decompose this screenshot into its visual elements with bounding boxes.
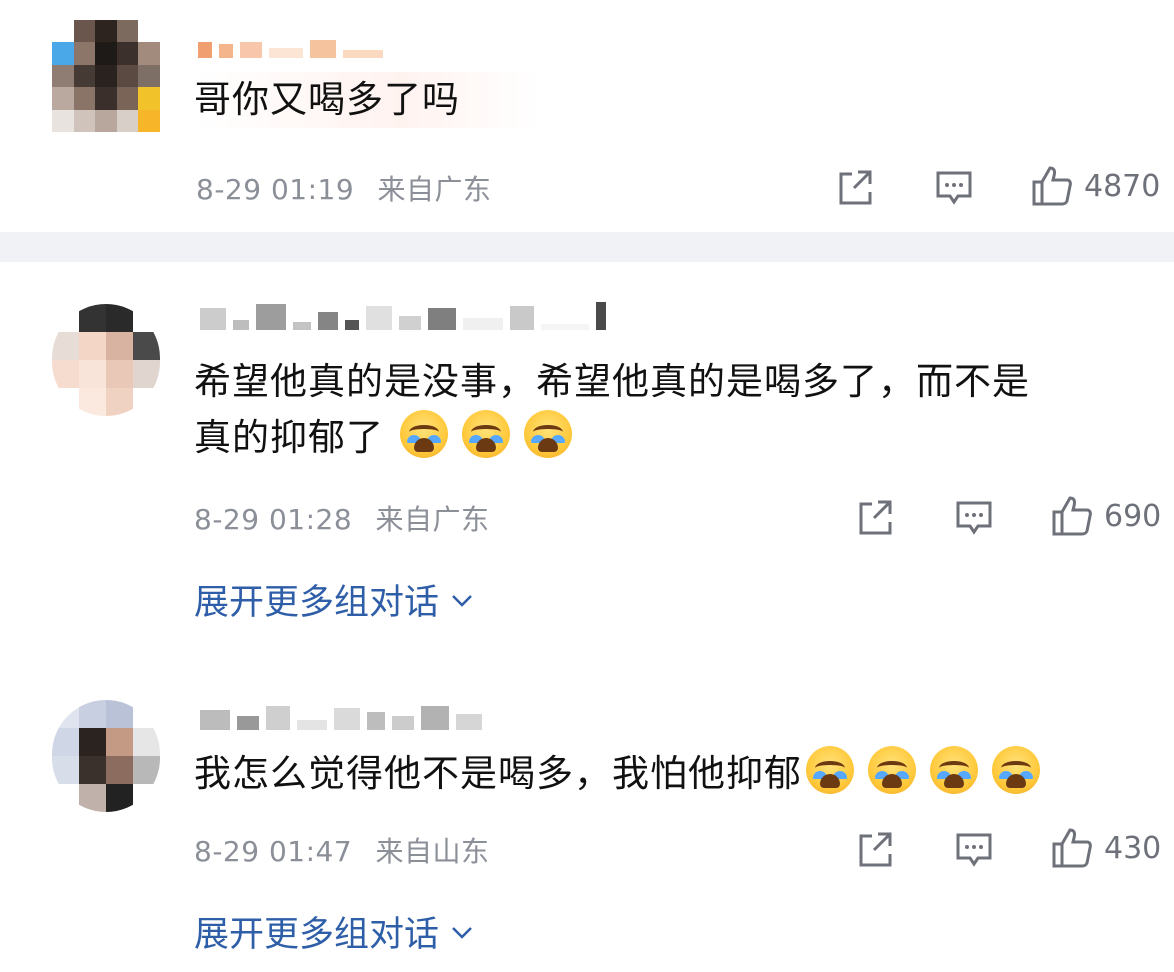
like-count: 430 bbox=[1104, 830, 1162, 866]
comment-location: 来自广东 bbox=[375, 503, 490, 536]
comment-meta: 8-29 01:47 来自山东 bbox=[194, 830, 490, 870]
reply-button[interactable] bbox=[954, 498, 994, 538]
chevron-down-icon bbox=[452, 926, 472, 939]
comment-text: 希望他真的是没事，希望他真的是喝多了，而不是 真的抑郁了 bbox=[194, 354, 1030, 466]
crying-face-emoji bbox=[992, 746, 1040, 794]
comment-time: 8-29 01:47 bbox=[194, 835, 353, 868]
like-button[interactable]: 430 bbox=[1050, 826, 1161, 870]
share-icon bbox=[859, 832, 892, 867]
comment-text: 我怎么觉得他不是喝多，我怕他抑郁 bbox=[194, 746, 1054, 802]
expand-conversation-link[interactable]: 展开更多组对话 bbox=[194, 574, 475, 625]
like-icon bbox=[1052, 828, 1092, 868]
reply-button[interactable] bbox=[954, 830, 994, 870]
share-button[interactable] bbox=[856, 498, 896, 538]
like-button[interactable]: 690 bbox=[1050, 494, 1161, 538]
avatar[interactable] bbox=[52, 700, 160, 812]
comment-text-line2: 真的抑郁了 bbox=[194, 416, 384, 459]
comment-location: 来自山东 bbox=[375, 835, 490, 868]
comment-text-line1: 希望他真的是没事，希望他真的是喝多了，而不是 bbox=[194, 360, 1030, 403]
like-icon bbox=[1052, 496, 1092, 536]
expand-label: 展开更多组对话 bbox=[194, 583, 440, 623]
crying-face-emoji bbox=[868, 746, 916, 794]
username-redacted[interactable] bbox=[200, 702, 482, 730]
crying-face-emoji bbox=[806, 746, 854, 794]
expand-conversation-link[interactable]: 展开更多组对话 bbox=[194, 906, 475, 957]
comment-item bbox=[0, 0, 1174, 390]
comment-meta: 8-29 01:28 来自广东 bbox=[194, 498, 490, 538]
crying-face-emoji bbox=[462, 410, 510, 458]
expand-label: 展开更多组对话 bbox=[194, 915, 440, 955]
crying-face-emoji bbox=[400, 410, 448, 458]
crying-face-emoji bbox=[930, 746, 978, 794]
comment-icon bbox=[956, 833, 992, 867]
share-icon bbox=[859, 500, 892, 535]
crying-face-emoji bbox=[524, 410, 572, 458]
chevron-down-icon bbox=[452, 594, 472, 607]
comment-list: 哥你又喝多了吗 8-29 01:19 来自广东 4870 希望他真的是没事，希望… bbox=[0, 0, 1174, 972]
share-button[interactable] bbox=[856, 830, 896, 870]
like-count: 690 bbox=[1104, 498, 1162, 534]
avatar[interactable] bbox=[52, 304, 160, 416]
comment-text-line1: 我怎么觉得他不是喝多，我怕他抑郁 bbox=[194, 752, 802, 795]
comment-icon bbox=[956, 501, 992, 535]
username-redacted[interactable] bbox=[200, 302, 606, 330]
comment-time: 8-29 01:28 bbox=[194, 503, 353, 536]
